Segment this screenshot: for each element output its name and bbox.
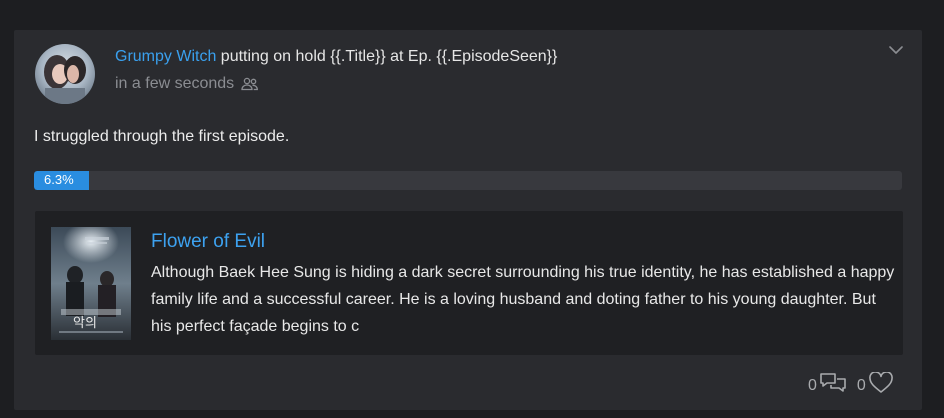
activity-comment: I struggled through the first episode. <box>34 128 290 145</box>
activity-action-text: putting on hold {{.Title}} at Ep. {{.Epi… <box>216 48 558 65</box>
svg-text:악의: 악의 <box>73 315 97 330</box>
show-description: Although Baek Hee Sung is hiding a dark … <box>151 264 895 335</box>
likes-count: 0 <box>856 376 866 394</box>
chevron-down-icon[interactable] <box>886 42 906 58</box>
like-button[interactable]: 0 <box>856 371 894 399</box>
show-title-link[interactable]: Flower of Evil <box>151 231 265 253</box>
people-icon <box>240 76 260 92</box>
comments-button[interactable]: 0 <box>808 371 847 400</box>
comments-count: 0 <box>808 376 817 394</box>
heart-icon <box>868 371 894 399</box>
episode-progress-bar: 6.3% <box>34 171 902 190</box>
activity-meta: in a few seconds <box>115 75 260 93</box>
show-card: 악의 Flower of Evil Although Baek Hee Sung… <box>35 211 903 355</box>
activity-actions: 0 0 <box>808 371 894 400</box>
progress-label: 6.3% <box>44 172 74 187</box>
activity-card: Grumpy Witch putting on hold {{.Title}} … <box>14 30 922 410</box>
show-poster[interactable]: 악의 <box>51 227 131 340</box>
comments-icon <box>819 371 847 400</box>
avatar[interactable] <box>35 44 95 104</box>
activity-headline: Grumpy Witch putting on hold {{.Title}} … <box>115 48 557 66</box>
timestamp: in a few seconds <box>115 75 235 92</box>
username-link[interactable]: Grumpy Witch <box>115 48 216 65</box>
